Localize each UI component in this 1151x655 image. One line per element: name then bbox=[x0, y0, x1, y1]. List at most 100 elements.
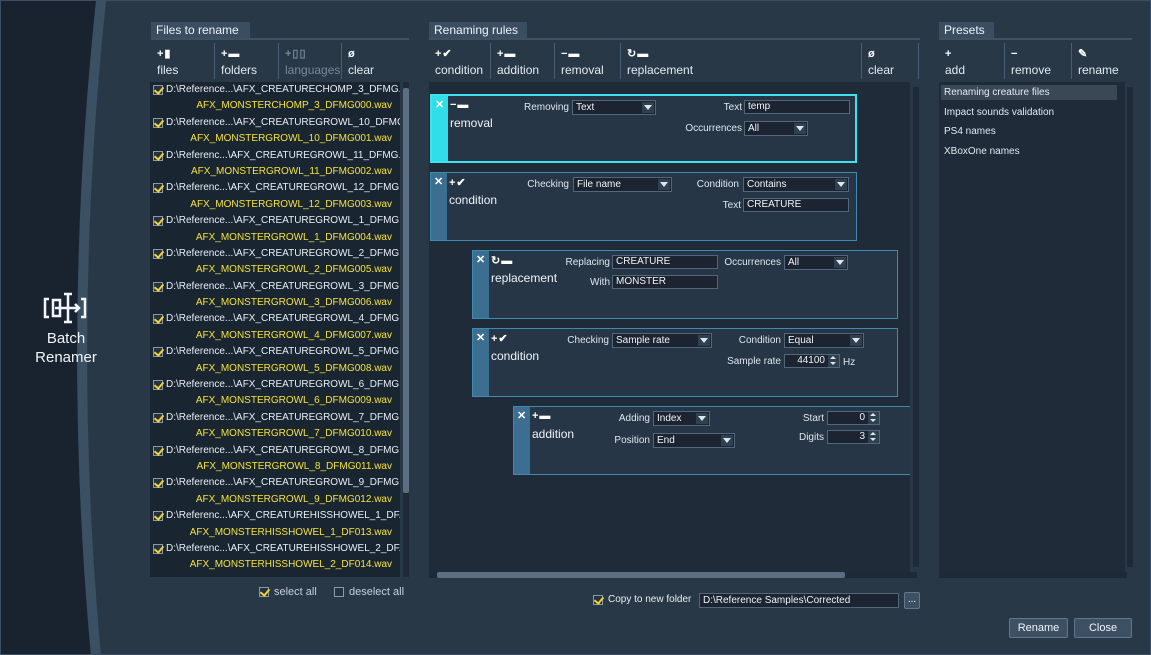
file-checkbox[interactable] bbox=[153, 412, 163, 423]
position-select[interactable]: End bbox=[653, 433, 735, 448]
file-list-scroll-thumb[interactable] bbox=[403, 88, 409, 493]
select-all-option[interactable]: select all bbox=[259, 586, 317, 598]
rule-replacement[interactable]: ✕ ↻▬ replacement Replacing CREATURE With… bbox=[472, 250, 898, 319]
start-stepper[interactable]: 0 bbox=[827, 411, 880, 425]
adding-select[interactable]: Index bbox=[653, 411, 710, 426]
rename-button[interactable]: Rename bbox=[1009, 618, 1068, 638]
clear-rules-button[interactable]: ø clear bbox=[861, 43, 919, 79]
occurrences-select[interactable]: All bbox=[744, 121, 808, 136]
checkbox-checked-icon[interactable] bbox=[153, 511, 163, 522]
rule-removal[interactable]: ✕ −▬ removal Removing Text Text temp Occ… bbox=[430, 94, 857, 163]
file-row[interactable]: D:\Referenc...\AFX_CREATUREHISSHOWEL_1_D… bbox=[150, 508, 400, 524]
file-checkbox[interactable] bbox=[153, 543, 163, 554]
rule-handle[interactable]: ✕ bbox=[473, 329, 489, 396]
checkbox-checked-icon[interactable] bbox=[153, 248, 163, 259]
delete-rule-icon[interactable]: ✕ bbox=[434, 175, 443, 188]
file-row[interactable]: D:\Reference...\AFX_CREATUREGROWL_10_DFM… bbox=[150, 115, 400, 131]
checkbox-checked-icon[interactable] bbox=[153, 543, 163, 554]
preset-item[interactable]: PS4 names bbox=[941, 124, 1117, 139]
occurrences-select[interactable]: All bbox=[784, 255, 848, 270]
file-row[interactable]: D:\Reference...\AFX_CREATUREGROWL_4_DFMG… bbox=[150, 311, 400, 327]
file-row[interactable]: D:\Reference...\AFX_CREATUREGROWL_6_DFMG… bbox=[150, 377, 400, 393]
rule-handle[interactable]: ✕ bbox=[514, 407, 530, 474]
rule-condition-samplerate[interactable]: ✕ +✔ condition Checking Sample rate Cond… bbox=[472, 328, 898, 397]
delete-rule-icon[interactable]: ✕ bbox=[517, 409, 526, 422]
condition-select[interactable]: Contains bbox=[743, 177, 849, 192]
deselect-all-checkbox[interactable] bbox=[334, 587, 344, 597]
file-row[interactable]: D:\Reference...\AFX_CREATUREGROWL_3_DFMG… bbox=[150, 279, 400, 295]
delete-rule-icon[interactable]: ✕ bbox=[476, 253, 485, 266]
file-row[interactable]: D:\Reference...\AFX_CREATUREGROWL_2_DFMG… bbox=[150, 246, 400, 262]
file-checkbox[interactable] bbox=[153, 183, 163, 194]
chevron-down-icon[interactable] bbox=[721, 435, 733, 446]
copy-to-folder-checkbox[interactable] bbox=[593, 594, 603, 605]
file-checkbox[interactable] bbox=[153, 216, 163, 227]
chevron-down-icon[interactable] bbox=[835, 179, 847, 190]
preset-item[interactable]: Impact sounds validation bbox=[941, 105, 1117, 120]
presets-vertical-scrollbar[interactable] bbox=[1127, 87, 1133, 567]
file-checkbox[interactable] bbox=[153, 150, 163, 161]
browse-folder-button[interactable]: ... bbox=[904, 592, 920, 609]
file-row[interactable]: D:\Reference...\AFX_CREATUREGROWL_5_DFMG… bbox=[150, 344, 400, 360]
rules-horizontal-scrollbar[interactable] bbox=[429, 572, 917, 578]
stepper-arrows-icon[interactable] bbox=[828, 355, 839, 367]
file-checkbox[interactable] bbox=[153, 117, 163, 128]
checkbox-checked-icon[interactable] bbox=[153, 150, 163, 161]
delete-rule-icon[interactable]: ✕ bbox=[435, 98, 444, 111]
replacing-field[interactable]: CREATURE bbox=[612, 255, 718, 269]
file-checkbox[interactable] bbox=[153, 511, 163, 522]
chevron-down-icon[interactable] bbox=[698, 335, 710, 346]
checkbox-checked-icon[interactable] bbox=[153, 183, 163, 194]
digits-stepper[interactable]: 3 bbox=[827, 430, 880, 444]
chevron-down-icon[interactable] bbox=[850, 335, 862, 346]
close-button[interactable]: Close bbox=[1074, 618, 1132, 638]
rules-toolbar-removal-button[interactable]: −▬ removal bbox=[555, 43, 621, 79]
file-checkbox[interactable] bbox=[153, 314, 163, 325]
rule-handle[interactable]: ✕ bbox=[432, 96, 448, 161]
checking-select[interactable]: File name bbox=[573, 177, 672, 192]
sample-rate-stepper[interactable]: 44100 bbox=[784, 354, 840, 368]
checkbox-checked-icon[interactable] bbox=[153, 478, 163, 489]
checkbox-checked-icon[interactable] bbox=[153, 380, 163, 391]
file-row[interactable]: D:\Reference...\AFX_CREATUREGROWL_9_DFMG… bbox=[150, 475, 400, 491]
file-list[interactable]: D:\Reference...\AFX_CREATURECHOMP_3_DFMG… bbox=[150, 82, 400, 577]
rules-toolbar-condition-button[interactable]: +✔ condition bbox=[429, 43, 491, 79]
deselect-all-option[interactable]: deselect all bbox=[334, 586, 404, 598]
file-row[interactable]: D:\Referenc...\AFX_CREATUREGROWL_11_DFMG… bbox=[150, 148, 400, 164]
destination-folder-field[interactable]: D:\Reference Samples\Corrected bbox=[699, 593, 899, 608]
stepper-arrows-icon[interactable] bbox=[868, 431, 879, 443]
checking-select[interactable]: Sample rate bbox=[612, 333, 712, 348]
checkbox-checked-icon[interactable] bbox=[153, 445, 163, 456]
rules-toolbar-replacement-button[interactable]: ↻▬ replacement bbox=[621, 43, 699, 79]
file-checkbox[interactable] bbox=[153, 248, 163, 259]
chevron-down-icon[interactable] bbox=[834, 257, 846, 268]
removing-select[interactable]: Text bbox=[572, 100, 656, 115]
rules-toolbar-addition-button[interactable]: +▬ addition bbox=[491, 43, 555, 79]
preset-item[interactable]: Renaming creature files bbox=[941, 85, 1117, 100]
stepper-arrows-icon[interactable] bbox=[868, 412, 879, 424]
checkbox-checked-icon[interactable] bbox=[153, 85, 163, 95]
rules-vertical-scrollbar[interactable] bbox=[913, 87, 919, 567]
files-toolbar-folders-button[interactable]: +▬ folders bbox=[215, 43, 279, 79]
checkbox-checked-icon[interactable] bbox=[153, 281, 163, 292]
file-checkbox[interactable] bbox=[153, 478, 163, 489]
chevron-down-icon[interactable] bbox=[642, 102, 654, 113]
rule-condition-filename[interactable]: ✕ +✔ condition Checking File name Condit… bbox=[430, 172, 857, 241]
delete-rule-icon[interactable]: ✕ bbox=[476, 331, 485, 344]
chevron-down-icon[interactable] bbox=[658, 179, 670, 190]
rule-addition[interactable]: ✕ +▬ addition Adding Index Position End … bbox=[513, 406, 910, 475]
rule-handle[interactable]: ✕ bbox=[473, 251, 489, 318]
copy-to-folder-option[interactable]: Copy to new folder bbox=[593, 594, 691, 605]
file-checkbox[interactable] bbox=[153, 281, 163, 292]
files-toolbar-clear-button[interactable]: ø clear bbox=[342, 43, 399, 79]
presets-toolbar-rename-button[interactable]: ✎ rename bbox=[1072, 43, 1132, 79]
presets-horizontal-scrollbar[interactable] bbox=[939, 572, 1127, 578]
checkbox-checked-icon[interactable] bbox=[153, 117, 163, 128]
checkbox-checked-icon[interactable] bbox=[153, 314, 163, 325]
presets-toolbar-add-button[interactable]: + add bbox=[939, 43, 1005, 79]
files-toolbar-files-button[interactable]: +▮ files bbox=[151, 43, 215, 79]
checkbox-checked-icon[interactable] bbox=[153, 347, 163, 358]
file-checkbox[interactable] bbox=[153, 445, 163, 456]
files-toolbar-languages-button[interactable]: +▯▯ languages bbox=[279, 43, 342, 79]
file-list-scrollbar[interactable] bbox=[403, 82, 409, 577]
